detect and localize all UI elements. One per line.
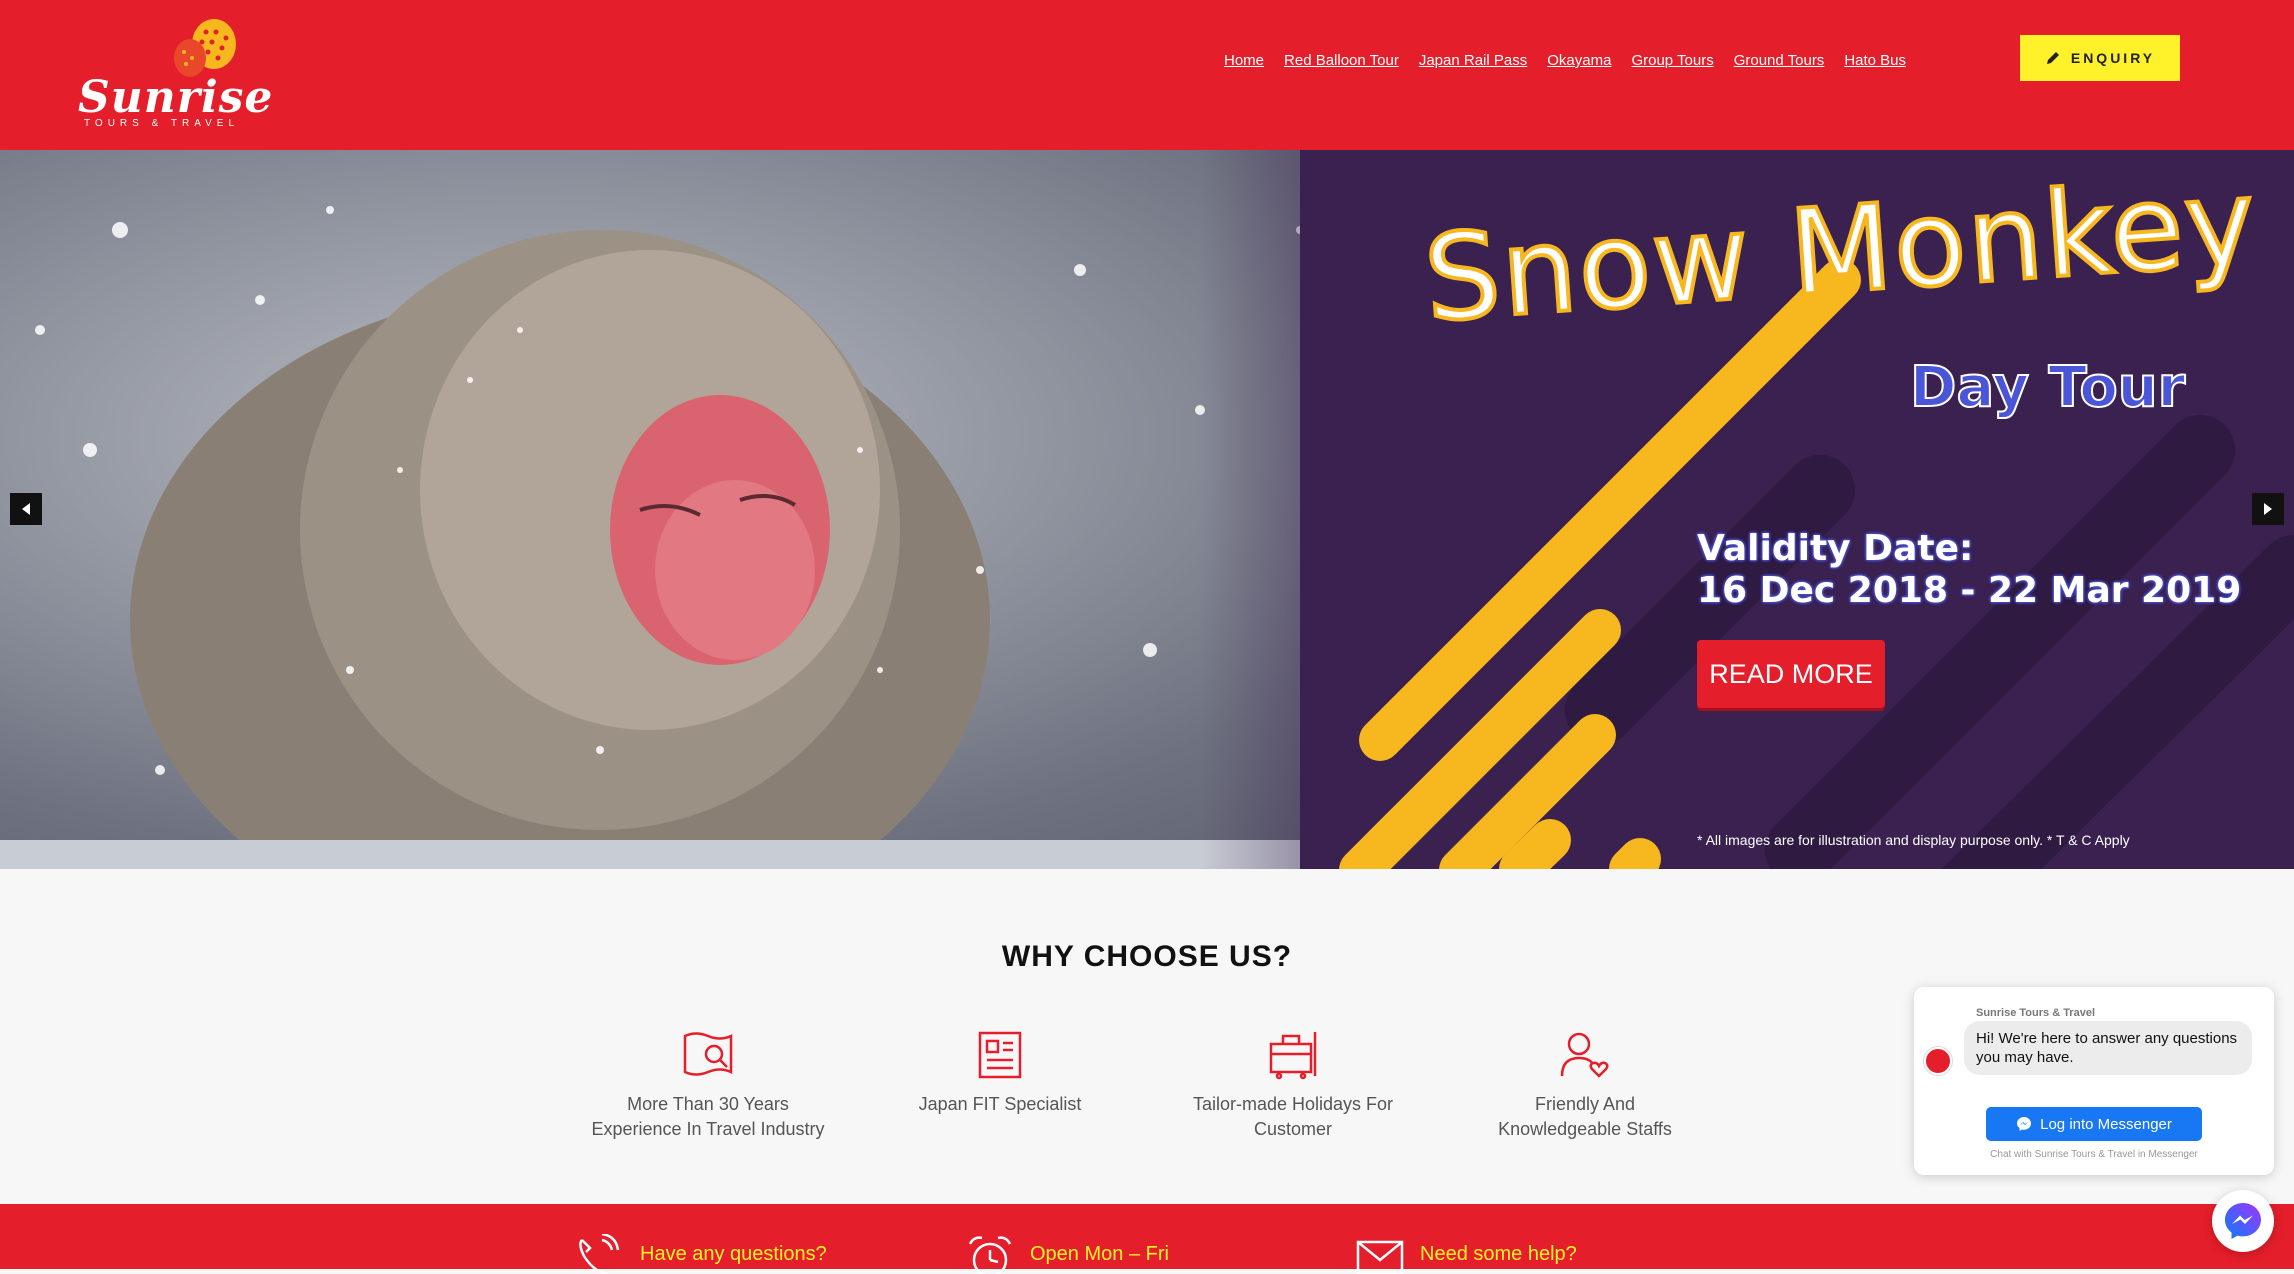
- feature-friendly-staff: Friendly And Knowledgeable Staffs: [1455, 1030, 1715, 1142]
- logo-tagline: TOURS & TRAVEL: [84, 118, 240, 129]
- map-search-icon: [683, 1032, 733, 1076]
- phone-icon: [579, 1234, 620, 1274]
- hero-slider: Snow Monkey Day Tour Validity Date: 16 D…: [0, 150, 2294, 869]
- site-logo[interactable]: Sunrise TOURS & TRAVEL: [78, 18, 272, 133]
- nav-item-ground-tours[interactable]: Ground Tours: [1734, 52, 1825, 69]
- contact-text: Have any questions?: [640, 1242, 827, 1265]
- messenger-login-button[interactable]: Log into Messenger: [1986, 1107, 2202, 1141]
- nav-item-okayama[interactable]: Okayama: [1547, 52, 1611, 69]
- nav-item-group-tours[interactable]: Group Tours: [1631, 52, 1713, 69]
- section-title: WHY CHOOSE US?: [1001, 940, 1293, 973]
- alarm-clock-icon: [968, 1236, 1012, 1274]
- feature-label-line2: Experience In Travel Industry: [591, 1119, 825, 1139]
- slider-prev-button[interactable]: [10, 493, 42, 525]
- nav-item-home[interactable]: Home: [1224, 52, 1264, 69]
- enquiry-label: ENQUIRY: [2070, 50, 2156, 66]
- envelope-icon: [1356, 1240, 1404, 1274]
- user-heart-icon: [1560, 1032, 1609, 1078]
- hero-subtitle: Day Tour: [1909, 354, 2186, 421]
- validity-label: Validity Date:: [1697, 528, 1974, 569]
- nav-item-red-balloon-tour[interactable]: Red Balloon Tour: [1284, 52, 1399, 69]
- feature-label-line2: Customer: [1253, 1119, 1333, 1139]
- messenger-icon: [2225, 1203, 2261, 1239]
- messenger-icon: [2017, 1117, 2032, 1131]
- contact-text: Open Mon – Fri: [1030, 1242, 1169, 1265]
- feature-fit-specialist: Japan FIT Specialist: [870, 1030, 1130, 1117]
- luggage-icon: [1269, 1032, 1317, 1080]
- hero-disclaimer: * All images are for illustration and di…: [1697, 832, 2130, 848]
- nav-item-japan-rail-pass[interactable]: Japan Rail Pass: [1419, 52, 1527, 69]
- messenger-page-name: Sunrise Tours & Travel: [1976, 1007, 2096, 1019]
- validity-dates: 16 Dec 2018 - 22 Mar 2019: [1697, 570, 2242, 611]
- contact-hours[interactable]: Open Mon – Fri: [966, 1234, 1169, 1274]
- messenger-caption: Chat with Sunrise Tours & Travel in Mess…: [1990, 1149, 2198, 1160]
- feature-label-line2: Knowledgeable Staffs: [1498, 1119, 1672, 1139]
- contact-text: Need some help?: [1420, 1242, 1577, 1265]
- nav-item-hato-bus[interactable]: Hato Bus: [1844, 52, 1906, 69]
- messenger-chat-widget: Sunrise Tours & Travel Hi! We're here to…: [1914, 987, 2274, 1175]
- feature-experience: More Than 30 Years Experience In Travel …: [578, 1030, 838, 1142]
- messenger-avatar: [1924, 1047, 1952, 1075]
- feature-label-line1: Friendly And: [1534, 1094, 1636, 1114]
- feature-label-line1: Tailor-made Holidays For: [1192, 1094, 1394, 1114]
- contact-questions[interactable]: Have any questions?: [576, 1234, 827, 1274]
- feature-tailor-made: Tailor-made Holidays For Customer: [1163, 1030, 1423, 1142]
- messenger-launcher-button[interactable]: [2212, 1190, 2274, 1252]
- contact-help[interactable]: Need some help?: [1356, 1234, 1577, 1274]
- document-icon: [978, 1031, 1022, 1079]
- logo-wordmark: Sunrise: [78, 72, 274, 123]
- feature-label-line1: More Than 30 Years: [627, 1094, 789, 1114]
- site-header: Sunrise TOURS & TRAVEL Home Red Balloon …: [0, 0, 2294, 150]
- main-nav: Home Red Balloon Tour Japan Rail Pass Ok…: [1224, 52, 1906, 69]
- read-more-button[interactable]: READ MORE: [1697, 640, 1885, 708]
- feature-label-line1: Japan FIT Specialist: [918, 1094, 1082, 1114]
- messenger-greeting: Hi! We're here to answer any questions y…: [1964, 1021, 2252, 1075]
- messenger-login-label: Log into Messenger: [2040, 1115, 2172, 1133]
- enquiry-button[interactable]: ENQUIRY: [2020, 35, 2180, 81]
- caret-right-icon: [2264, 503, 2272, 515]
- slider-next-button[interactable]: [2252, 493, 2284, 525]
- pencil-icon: [2046, 52, 2059, 64]
- caret-left-icon: [22, 503, 30, 515]
